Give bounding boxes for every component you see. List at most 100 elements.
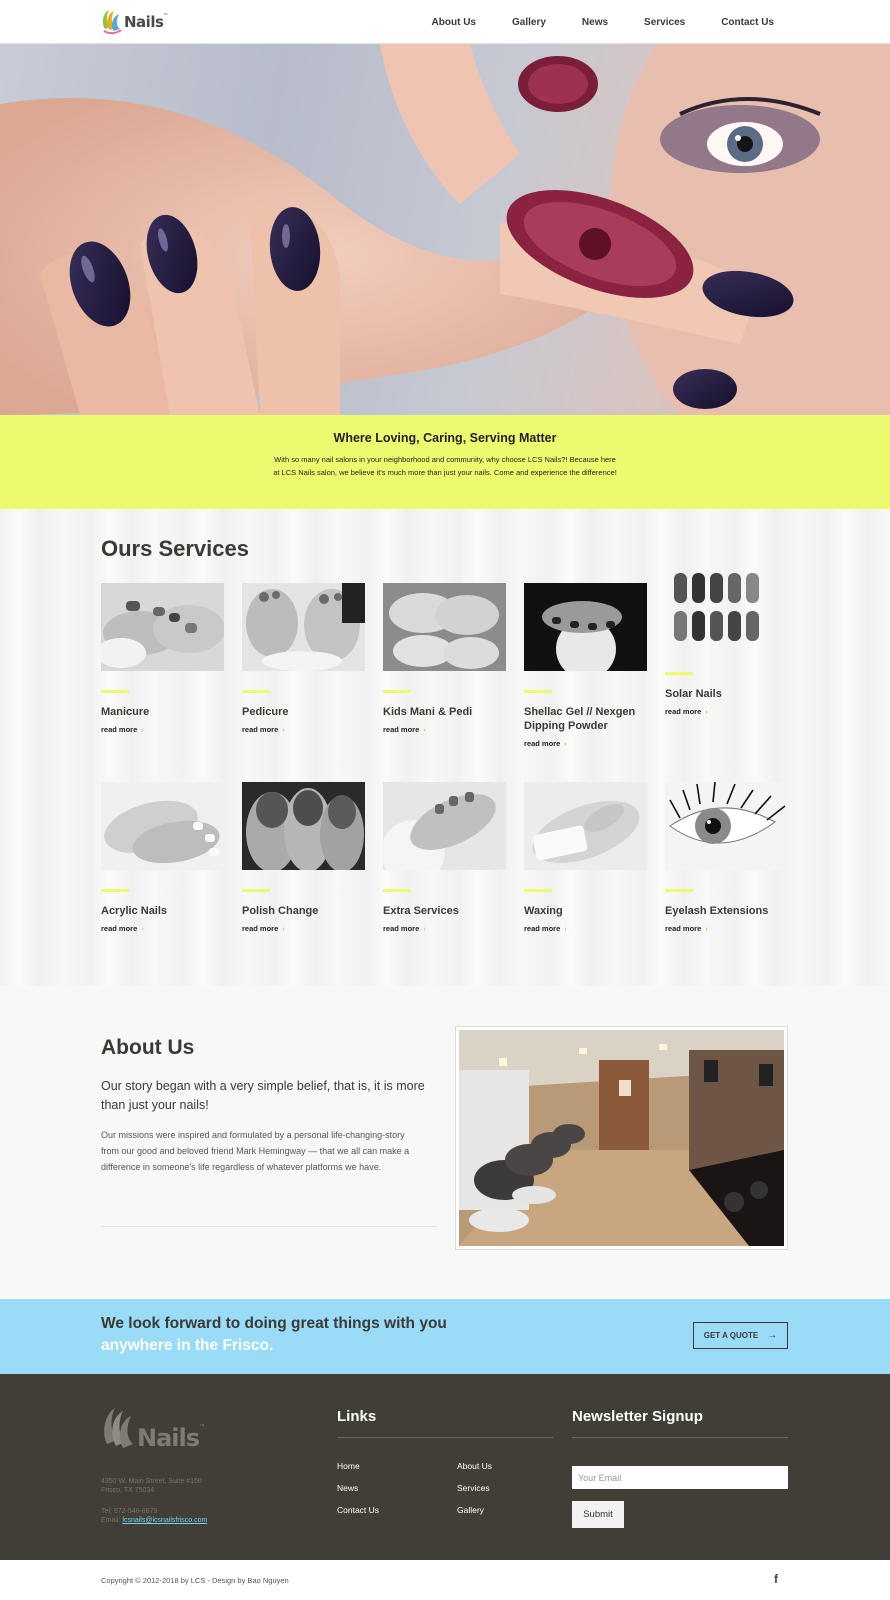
newsletter-heading: Newsletter Signup: [572, 1408, 703, 1425]
chevron-right-icon: ›: [141, 725, 144, 734]
service-accent-bar: [383, 889, 411, 892]
service-title[interactable]: Manicure: [101, 705, 224, 719]
service-image: [665, 565, 788, 653]
copyright-text: Copyright © 2012-2018 by LCS - Design by…: [101, 1576, 289, 1585]
service-title[interactable]: Extra Services: [383, 904, 506, 918]
service-accent-bar: [383, 690, 411, 693]
chevron-right-icon: ›: [564, 739, 567, 748]
service-card-extra-services[interactable]: Extra Services read more ›: [383, 782, 506, 936]
bottom-bar: Copyright © 2012-2018 by LCS - Design by…: [0, 1560, 890, 1600]
service-title[interactable]: Acrylic Nails: [101, 904, 224, 918]
facebook-icon[interactable]: f: [774, 1572, 778, 1586]
chevron-right-icon: ›: [282, 924, 285, 933]
footer-link-gallery[interactable]: Gallery: [457, 1505, 484, 1515]
service-card-kids-mani-pedi[interactable]: Kids Mani & Pedi read more ›: [383, 583, 506, 737]
chevron-right-icon: ›: [423, 725, 426, 734]
service-image: [242, 583, 365, 671]
nav-services[interactable]: Services: [644, 17, 685, 28]
service-accent-bar: [665, 672, 693, 675]
service-title[interactable]: Shellac Gel // Nexgen Dipping Powder: [524, 705, 647, 733]
footer-logo-text: Nails™: [137, 1423, 205, 1452]
read-more-link[interactable]: read more ›: [665, 924, 708, 933]
service-title[interactable]: Waxing: [524, 904, 647, 918]
service-image: [383, 583, 506, 671]
footer-link-news[interactable]: News: [337, 1483, 358, 1493]
chevron-right-icon: ›: [141, 924, 144, 933]
site-header: Nails™ About Us Gallery News Services Co…: [0, 0, 890, 44]
service-card-pedicure[interactable]: Pedicure read more ›: [242, 583, 365, 737]
logo-text: Nails™: [124, 13, 168, 31]
service-image: [665, 782, 788, 870]
service-title[interactable]: Kids Mani & Pedi: [383, 705, 506, 719]
about-body: Our missions were inspired and formulate…: [101, 1130, 410, 1172]
service-title[interactable]: Pedicure: [242, 705, 365, 719]
service-accent-bar: [101, 889, 129, 892]
service-title[interactable]: Solar Nails: [665, 687, 788, 701]
arrow-right-icon: →: [767, 1330, 778, 1341]
get-a-quote-button[interactable]: GET A QUOTE →: [693, 1322, 788, 1349]
service-image: [101, 583, 224, 671]
chevron-right-icon: ›: [705, 924, 708, 933]
about-heading: About Us: [101, 1036, 195, 1059]
chevron-right-icon: ›: [705, 707, 708, 716]
read-more-link[interactable]: read more ›: [524, 924, 567, 933]
chevron-right-icon: ›: [564, 924, 567, 933]
service-card-waxing[interactable]: Waxing read more ›: [524, 782, 647, 936]
read-more-link[interactable]: read more ›: [101, 725, 144, 734]
read-more-link[interactable]: read more ›: [242, 725, 285, 734]
cta-banner: We look forward to doing great things wi…: [0, 1299, 890, 1374]
about-lead: Our story began with a very simple belie…: [101, 1079, 425, 1112]
read-more-link[interactable]: read more ›: [524, 739, 567, 748]
tagline-text: With so many nail salons in your neighbo…: [273, 455, 617, 477]
nav-gallery[interactable]: Gallery: [512, 17, 546, 28]
site-logo[interactable]: Nails™: [101, 6, 168, 35]
service-card-acrylic-nails[interactable]: Acrylic Nails read more ›: [101, 782, 224, 936]
links-heading: Links: [337, 1408, 377, 1425]
footer-address: 4350 W. Main Street, Suite #150 Frisco, …: [101, 1478, 202, 1494]
service-card-eyelash-extensions[interactable]: Eyelash Extensions read more ›: [665, 782, 788, 936]
salon-interior-photo: [455, 1026, 788, 1250]
read-more-link[interactable]: read more ›: [383, 924, 426, 933]
service-image: [242, 782, 365, 870]
nav-contact-us[interactable]: Contact Us: [721, 17, 774, 28]
service-title[interactable]: Eyelash Extensions: [665, 904, 788, 918]
footer-email-link[interactable]: lcsnails@lcsnailsfrisco.com: [122, 1517, 207, 1524]
nav-news[interactable]: News: [582, 17, 608, 28]
service-card-manicure[interactable]: Manicure read more ›: [101, 583, 224, 737]
footer-logo[interactable]: Nails™: [101, 1404, 205, 1459]
about-section: About Us Our story began with a very sim…: [0, 986, 890, 1299]
footer-link-contact-us[interactable]: Contact Us: [337, 1505, 379, 1515]
footer-link-services[interactable]: Services: [457, 1483, 490, 1493]
service-accent-bar: [665, 889, 693, 892]
service-card-polish-change[interactable]: Polish Change read more ›: [242, 782, 365, 936]
read-more-link[interactable]: read more ›: [242, 924, 285, 933]
main-nav: About Us Gallery News Services Contact U…: [396, 0, 774, 44]
service-accent-bar: [524, 690, 552, 693]
nav-about-us[interactable]: About Us: [432, 17, 476, 28]
tagline-section: Where Loving, Caring, Serving Matter Wit…: [0, 415, 890, 509]
footer-link-about-us[interactable]: About Us: [457, 1461, 492, 1471]
service-image: [383, 782, 506, 870]
read-more-link[interactable]: read more ›: [665, 707, 708, 716]
service-accent-bar: [101, 690, 129, 693]
newsletter-submit-button[interactable]: Submit: [572, 1501, 624, 1528]
cta-line-2: anywhere in the Frisco.: [101, 1337, 274, 1354]
read-more-link[interactable]: read more ›: [101, 924, 144, 933]
service-title[interactable]: Polish Change: [242, 904, 365, 918]
service-image: [524, 782, 647, 870]
divider: [572, 1437, 788, 1438]
services-heading: Ours Services: [101, 536, 249, 561]
cta-line-1: We look forward to doing great things wi…: [101, 1315, 447, 1332]
service-accent-bar: [242, 690, 270, 693]
hero-banner-image: [0, 44, 890, 415]
logo-mark-icon: [101, 7, 123, 35]
read-more-link[interactable]: read more ›: [383, 725, 426, 734]
footer-tel: Tel: 972-546-8879: [101, 1508, 158, 1515]
services-section: Ours Services Manicure read more › Pedicu…: [0, 509, 890, 986]
service-card-shellac-gel[interactable]: Shellac Gel // Nexgen Dipping Powder rea…: [524, 583, 647, 751]
newsletter-email-input[interactable]: Your Email: [572, 1466, 788, 1489]
footer-link-home[interactable]: Home: [337, 1461, 360, 1471]
service-card-solar-nails[interactable]: Solar Nails read more ›: [665, 565, 788, 719]
service-accent-bar: [524, 889, 552, 892]
divider: [101, 1226, 437, 1227]
